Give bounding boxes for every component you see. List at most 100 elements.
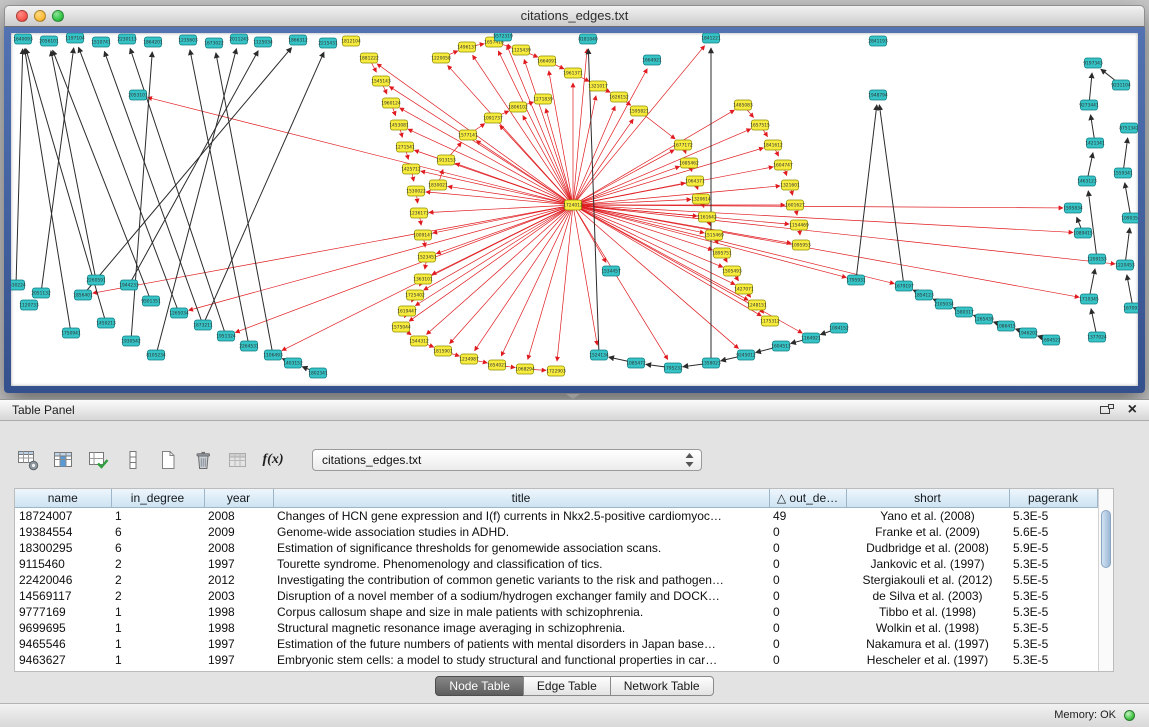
graph-node[interactable]: 1657515 — [750, 120, 770, 130]
new-table-icon[interactable] — [156, 448, 180, 472]
graph-node[interactable]: 2260591 — [86, 275, 106, 285]
graph-node[interactable]: 1854123 — [914, 290, 934, 300]
graph-node[interactable]: 1534457 — [601, 266, 621, 276]
graph-node[interactable]: 1619447 — [397, 306, 417, 316]
graph-node[interactable]: 1427071 — [734, 284, 754, 294]
graph-node[interactable]: 5572319 — [493, 33, 513, 41]
column-header-out_degree[interactable]: △ out_de… — [769, 489, 846, 508]
graph-node[interactable]: 1524134 — [589, 350, 609, 360]
graph-node[interactable]: 9273441 — [1079, 100, 1099, 110]
graph-node[interactable]: 1234987 — [459, 354, 479, 364]
graph-node[interactable]: 1673022 — [204, 38, 224, 48]
graph-node[interactable]: 1604513 — [771, 341, 791, 351]
graph-node[interactable]: 1673211 — [193, 320, 213, 330]
window-close-button[interactable] — [16, 10, 28, 22]
graph-node[interactable]: 1220058 — [431, 53, 451, 63]
graph-node[interactable]: 1795931 — [846, 275, 866, 285]
graph-node[interactable]: 1220453 — [1115, 260, 1135, 270]
graph-node[interactable]: 9197343 — [1083, 58, 1103, 68]
graph-node[interactable]: 1946202 — [1018, 328, 1038, 338]
graph-node[interactable]: 1640093 — [13, 34, 33, 44]
graph-node[interactable]: 1358023 — [701, 358, 721, 368]
column-header-title[interactable]: title — [273, 489, 769, 508]
graph-node[interactable]: 1545143 — [371, 76, 391, 86]
close-panel-icon[interactable]: × — [1128, 403, 1137, 417]
table-row[interactable]: 946554611997Estimation of the future num… — [15, 636, 1097, 652]
graph-node[interactable]: 1320614 — [691, 194, 711, 204]
graph-node[interactable]: 2051132 — [31, 288, 51, 298]
graph-node[interactable]: 1530224 — [11, 280, 26, 290]
table-scrollbar[interactable] — [1098, 489, 1113, 671]
graph-node[interactable]: 1271839 — [533, 94, 553, 104]
graph-node[interactable]: 1654021 — [487, 360, 507, 370]
column-header-in_degree[interactable]: in_degree — [111, 489, 204, 508]
graph-node[interactable]: 1806102 — [508, 102, 528, 112]
graph-node[interactable]: 1120733 — [19, 300, 39, 310]
graph-node[interactable]: 1724012 — [563, 200, 583, 210]
graph-node[interactable]: 8751342 — [1119, 123, 1138, 133]
graph-node[interactable]: 1125439 — [511, 45, 531, 55]
graph-node[interactable]: 1510741 — [91, 37, 111, 47]
graph-node[interactable]: 1321017 — [588, 81, 608, 91]
graph-node[interactable]: 1154469 — [789, 220, 809, 230]
window-minimize-button[interactable] — [34, 10, 46, 22]
graph-node[interactable]: 1321601 — [780, 180, 800, 190]
tab-edge-table[interactable]: Edge Table — [523, 676, 611, 696]
graph-node[interactable]: 1068294 — [515, 364, 535, 374]
function-builder-icon[interactable]: f(x) — [261, 448, 285, 472]
table-row[interactable]: 911546021997Tourette syndrome. Phenomeno… — [15, 556, 1097, 572]
graph-node[interactable]: 1948794 — [868, 90, 888, 100]
graph-node[interactable]: 1450213 — [96, 318, 116, 328]
graph-node[interactable]: 1944233 — [119, 280, 139, 290]
column-header-short[interactable]: short — [846, 489, 1009, 508]
graph-node[interactable]: 1091737 — [483, 113, 503, 123]
graph-node[interactable]: 1009147 — [413, 230, 433, 240]
column-header-name[interactable]: name — [15, 489, 111, 508]
graph-node[interactable]: 1677172 — [673, 140, 693, 150]
graph-node[interactable]: 2056101 — [39, 36, 59, 46]
table-row[interactable]: 946362711997Embryonic stem cells: a mode… — [15, 652, 1097, 668]
import-table-icon[interactable] — [226, 448, 250, 472]
graph-node[interactable]: 2053101 — [128, 90, 148, 100]
graph-node[interactable]: 1830021 — [428, 180, 448, 190]
graph-node[interactable]: 1106493 — [263, 350, 283, 360]
graph-node[interactable]: 1453081 — [389, 120, 409, 130]
graph-node[interactable]: 1881222 — [359, 53, 379, 63]
graph-node[interactable]: 1841612 — [763, 140, 783, 150]
graph-node[interactable]: 1161642 — [697, 212, 717, 222]
graph-node[interactable]: 1866312 — [288, 35, 308, 45]
column-selector-icon[interactable] — [51, 448, 75, 472]
graph-node[interactable]: 1725402 — [405, 290, 425, 300]
graph-node[interactable]: 1930542 — [121, 336, 141, 346]
float-panel-icon[interactable] — [1099, 404, 1114, 417]
graph-node[interactable]: 1164921 — [801, 333, 821, 343]
graph-node[interactable]: 1961371 — [563, 68, 583, 78]
graph-node[interactable]: 1197104 — [65, 33, 85, 43]
graph-node[interactable]: 1626152 — [609, 92, 629, 102]
table-mode-icon[interactable] — [16, 448, 40, 472]
table-row[interactable]: 2242004622012Investigating the contribut… — [15, 572, 1097, 588]
graph-node[interactable]: 1559341 — [1113, 168, 1133, 178]
graph-node[interactable]: 1856401 — [73, 290, 93, 300]
table-row[interactable]: 969969511998Structural magnetic resonanc… — [15, 620, 1097, 636]
graph-node[interactable]: 1485083 — [733, 100, 753, 110]
graph-node[interactable]: 8181040 — [578, 34, 598, 44]
table-row[interactable]: 1456911722003Disruption of a novel membe… — [15, 588, 1097, 604]
tab-node-table[interactable]: Node Table — [435, 676, 524, 696]
window-zoom-button[interactable] — [52, 10, 64, 22]
table-row[interactable]: 1830029562008Estimation of significance … — [15, 540, 1097, 556]
graph-node[interactable]: 1679197 — [894, 281, 914, 291]
graph-node[interactable]: 1694522 — [1041, 335, 1061, 345]
graph-node[interactable]: 1864201 — [143, 37, 163, 47]
graph-node[interactable]: 1577141 — [458, 130, 478, 140]
graph-node[interactable]: 2011243 — [229, 34, 249, 44]
graph-node[interactable]: 9231104 — [1111, 80, 1131, 90]
graph-node[interactable]: 1670932 — [1123, 303, 1138, 313]
graph-node[interactable]: 1265439 — [974, 314, 994, 324]
graph-node[interactable]: 1175312 — [760, 316, 780, 326]
graph-node[interactable]: 1403152 — [283, 358, 303, 368]
graph-node[interactable]: 1960124 — [381, 98, 401, 108]
graph-node[interactable]: 1595834 — [1063, 203, 1083, 213]
table-scrollbar-thumb[interactable] — [1101, 510, 1111, 568]
graph-node[interactable]: 1236173 — [409, 208, 429, 218]
